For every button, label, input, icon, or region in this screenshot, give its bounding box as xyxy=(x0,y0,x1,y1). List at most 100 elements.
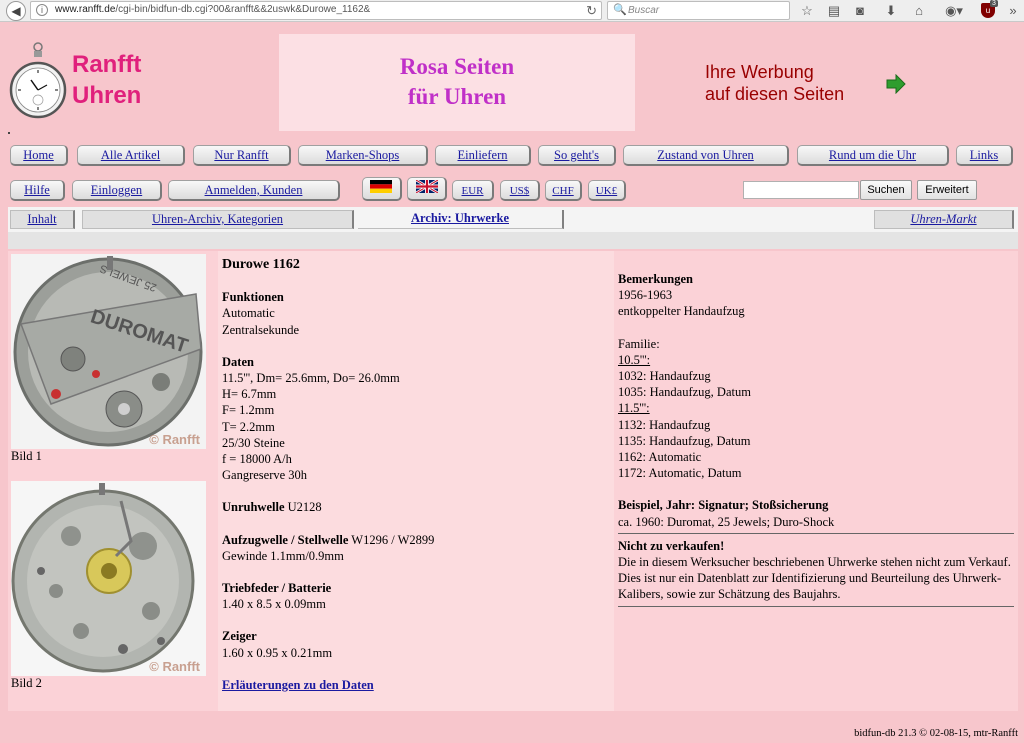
ad-text-line2: auf diesen Seiten xyxy=(705,84,845,104)
nav-links-button[interactable]: Links xyxy=(956,145,1013,166)
remarks-label: Bemerkungen xyxy=(618,272,693,286)
german-flag-icon[interactable] xyxy=(370,180,392,193)
info-icon[interactable]: i xyxy=(36,4,48,16)
divider xyxy=(618,532,1014,534)
uk-flag-icon[interactable] xyxy=(416,180,438,193)
family-item: 1132: Handaufzug xyxy=(618,417,711,432)
rosa-title-line1: Rosa Seiten xyxy=(399,54,515,79)
family-item: 1162: Automatic xyxy=(618,450,702,465)
family-item: 1135: Handaufzug, Datum xyxy=(618,433,751,448)
remarks-line: 1956-1963 xyxy=(618,288,673,303)
data-item: f = 18000 A/h xyxy=(222,452,292,467)
data-item: H= 6.7mm xyxy=(222,387,277,402)
family-item: 1172: Automatic, Datum xyxy=(618,466,742,481)
home-icon[interactable]: ⌂ xyxy=(910,2,928,20)
family-label: Familie: xyxy=(618,336,660,351)
advanced-search-button[interactable]: Erweitert xyxy=(917,180,977,200)
back-arrow-icon[interactable]: ◀ xyxy=(6,1,26,21)
function-item: Zentralsekunde xyxy=(222,322,300,337)
data-item: Gangreserve 30h xyxy=(222,468,308,483)
search-icon: 🔍 xyxy=(613,4,627,16)
reload-icon[interactable]: ↻ xyxy=(586,3,597,19)
photo1-copyright: © Ranfft xyxy=(149,432,200,447)
mainspring-label: Triebfeder / Batterie xyxy=(222,581,332,596)
help-button[interactable]: Hilfe xyxy=(10,180,65,201)
movement-title: Durowe 1162 xyxy=(222,257,300,272)
nav-all-articles-button[interactable]: Alle Artikel xyxy=(77,145,185,166)
divider xyxy=(618,605,1014,607)
rosa-seiten-banner[interactable]: Rosa Seiten für Uhren xyxy=(279,34,635,131)
tab-archive-categories[interactable]: Uhren-Archiv, Kategorien xyxy=(82,210,354,229)
rosa-title-line2: für Uhren xyxy=(407,84,507,109)
browser-search-bar[interactable]: 🔍 Buscar xyxy=(607,1,790,20)
data-explanation-link[interactable]: Erläuterungen zu den Daten xyxy=(222,677,610,693)
bookmark-star-icon[interactable]: ☆ xyxy=(798,2,816,20)
movement-photo-back-side[interactable]: © Ranfft xyxy=(11,481,206,676)
site-search-input[interactable] xyxy=(743,181,859,199)
hands-value: 1.60 x 0.95 x 0.21mm xyxy=(222,645,333,660)
movement-specs: Durowe 1162 Funktionen Automatic Zentral… xyxy=(222,257,610,693)
data-label: Daten xyxy=(222,354,254,369)
data-item: 11.5''', Dm= 25.6mm, Do= 26.0mm xyxy=(222,371,400,386)
addon-menu-icon[interactable]: ◉▾ xyxy=(941,2,967,20)
winding-stem-row: Aufzugwelle / Stellwelle W1296 / W2899 xyxy=(222,532,435,547)
currency-chf-button[interactable]: CHF xyxy=(545,180,582,201)
currency-eur-button[interactable]: EUR xyxy=(452,180,494,201)
tab-underbar xyxy=(8,232,1018,249)
nav-home-button[interactable]: Home xyxy=(10,145,68,166)
family-item: 1032: Handaufzug xyxy=(618,369,711,384)
browser-search-placeholder: Buscar xyxy=(628,5,660,16)
currency-gbp-button[interactable]: UK£ xyxy=(588,180,626,201)
separator-dot xyxy=(8,132,10,134)
data-item: T= 2.2mm xyxy=(222,419,275,434)
ad-text-line1: Ihre Werbung xyxy=(705,62,814,82)
pocket-watch-logo-icon[interactable] xyxy=(9,42,67,122)
hands-label: Zeiger xyxy=(222,629,257,644)
balance-staff-row: Unruhwelle U2128 xyxy=(222,500,322,515)
function-item: Automatic xyxy=(222,306,275,321)
tab-archive-movements[interactable]: Archiv: Uhrwerke xyxy=(358,210,564,229)
mainspring-value: 1.40 x 8.5 x 0.09mm xyxy=(222,597,326,612)
brand-name-line1[interactable]: Ranfft xyxy=(72,51,141,79)
tab-watch-market[interactable]: Uhren-Markt xyxy=(874,210,1014,229)
overflow-menu-icon[interactable]: » xyxy=(1004,2,1022,20)
download-icon[interactable]: ⬇ xyxy=(882,2,900,20)
nav-only-ranfft-button[interactable]: Nur Ranfft xyxy=(193,145,291,166)
family-item: 1035: Handaufzug, Datum xyxy=(618,385,751,400)
nav-about-watches-button[interactable]: Rund um die Uhr xyxy=(797,145,949,166)
data-item: 25/30 Steine xyxy=(222,435,285,450)
nav-consign-button[interactable]: Einliefern xyxy=(435,145,531,166)
thread-row: Gewinde 1.1mm/0.9mm xyxy=(222,548,344,563)
brand-name-line2[interactable]: Uhren xyxy=(72,82,141,110)
nav-watch-condition-button[interactable]: Zustand von Uhren xyxy=(623,145,789,166)
movement-rotor-image: DUROMAT 25 JEWELS xyxy=(11,254,206,449)
right-arrow-icon[interactable] xyxy=(886,74,906,94)
address-bar[interactable]: i www.ranfft.de/cgi-bin/bidfun-db.cgi?00… xyxy=(30,1,602,20)
tab-contents[interactable]: Inhalt xyxy=(10,210,75,229)
reading-list-icon[interactable]: ▤ xyxy=(825,2,843,20)
functions-label: Funktionen xyxy=(222,290,284,305)
advertising-banner[interactable]: Ihre Werbung auf diesen Seiten xyxy=(705,61,844,105)
movement-photo-dial-side[interactable]: DUROMAT 25 JEWELS © Ranfft xyxy=(11,254,206,449)
photo2-copyright: © Ranfft xyxy=(149,659,200,674)
register-button[interactable]: Anmelden, Kunden xyxy=(168,180,340,201)
browser-toolbar: ◀ i www.ranfft.de/cgi-bin/bidfun-db.cgi?… xyxy=(0,0,1024,22)
currency-usd-button[interactable]: US$ xyxy=(500,180,540,201)
url-text[interactable]: www.ranfft.de/cgi-bin/bidfun-db.cgi?00&r… xyxy=(55,4,370,15)
example-label: Beispiel, Jahr: Signatur; Stoßsicherung xyxy=(618,498,829,513)
example-value: ca. 1960: Duromat, 25 Jewels; Duro-Shock xyxy=(618,514,835,529)
not-for-sale-text: Die in diesem Werksucher beschriebenen U… xyxy=(618,555,1011,602)
footer-credit: bidfun-db 21.3 © 02-08-15, mtr-Ranfft xyxy=(854,728,1018,739)
data-item: F= 1.2mm xyxy=(222,403,275,418)
ublock-count-badge: 3 xyxy=(990,0,998,7)
remarks-line: entkoppelter Handaufzug xyxy=(618,304,745,319)
nav-how-it-works-button[interactable]: So geht's xyxy=(538,145,616,166)
nav-brand-shops-button[interactable]: Marken-Shops xyxy=(298,145,428,166)
login-button[interactable]: Einloggen xyxy=(72,180,162,201)
family-group-heading: 11.5''': xyxy=(618,401,650,416)
search-submit-button[interactable]: Suchen xyxy=(860,180,912,200)
remarks-section: Bemerkungen 1956-1963 entkoppelter Handa… xyxy=(618,271,1014,611)
movement-dial-side-image xyxy=(11,481,206,676)
pocket-icon[interactable]: ◙ xyxy=(851,2,869,20)
family-group-heading: 10.5''': xyxy=(618,352,651,367)
